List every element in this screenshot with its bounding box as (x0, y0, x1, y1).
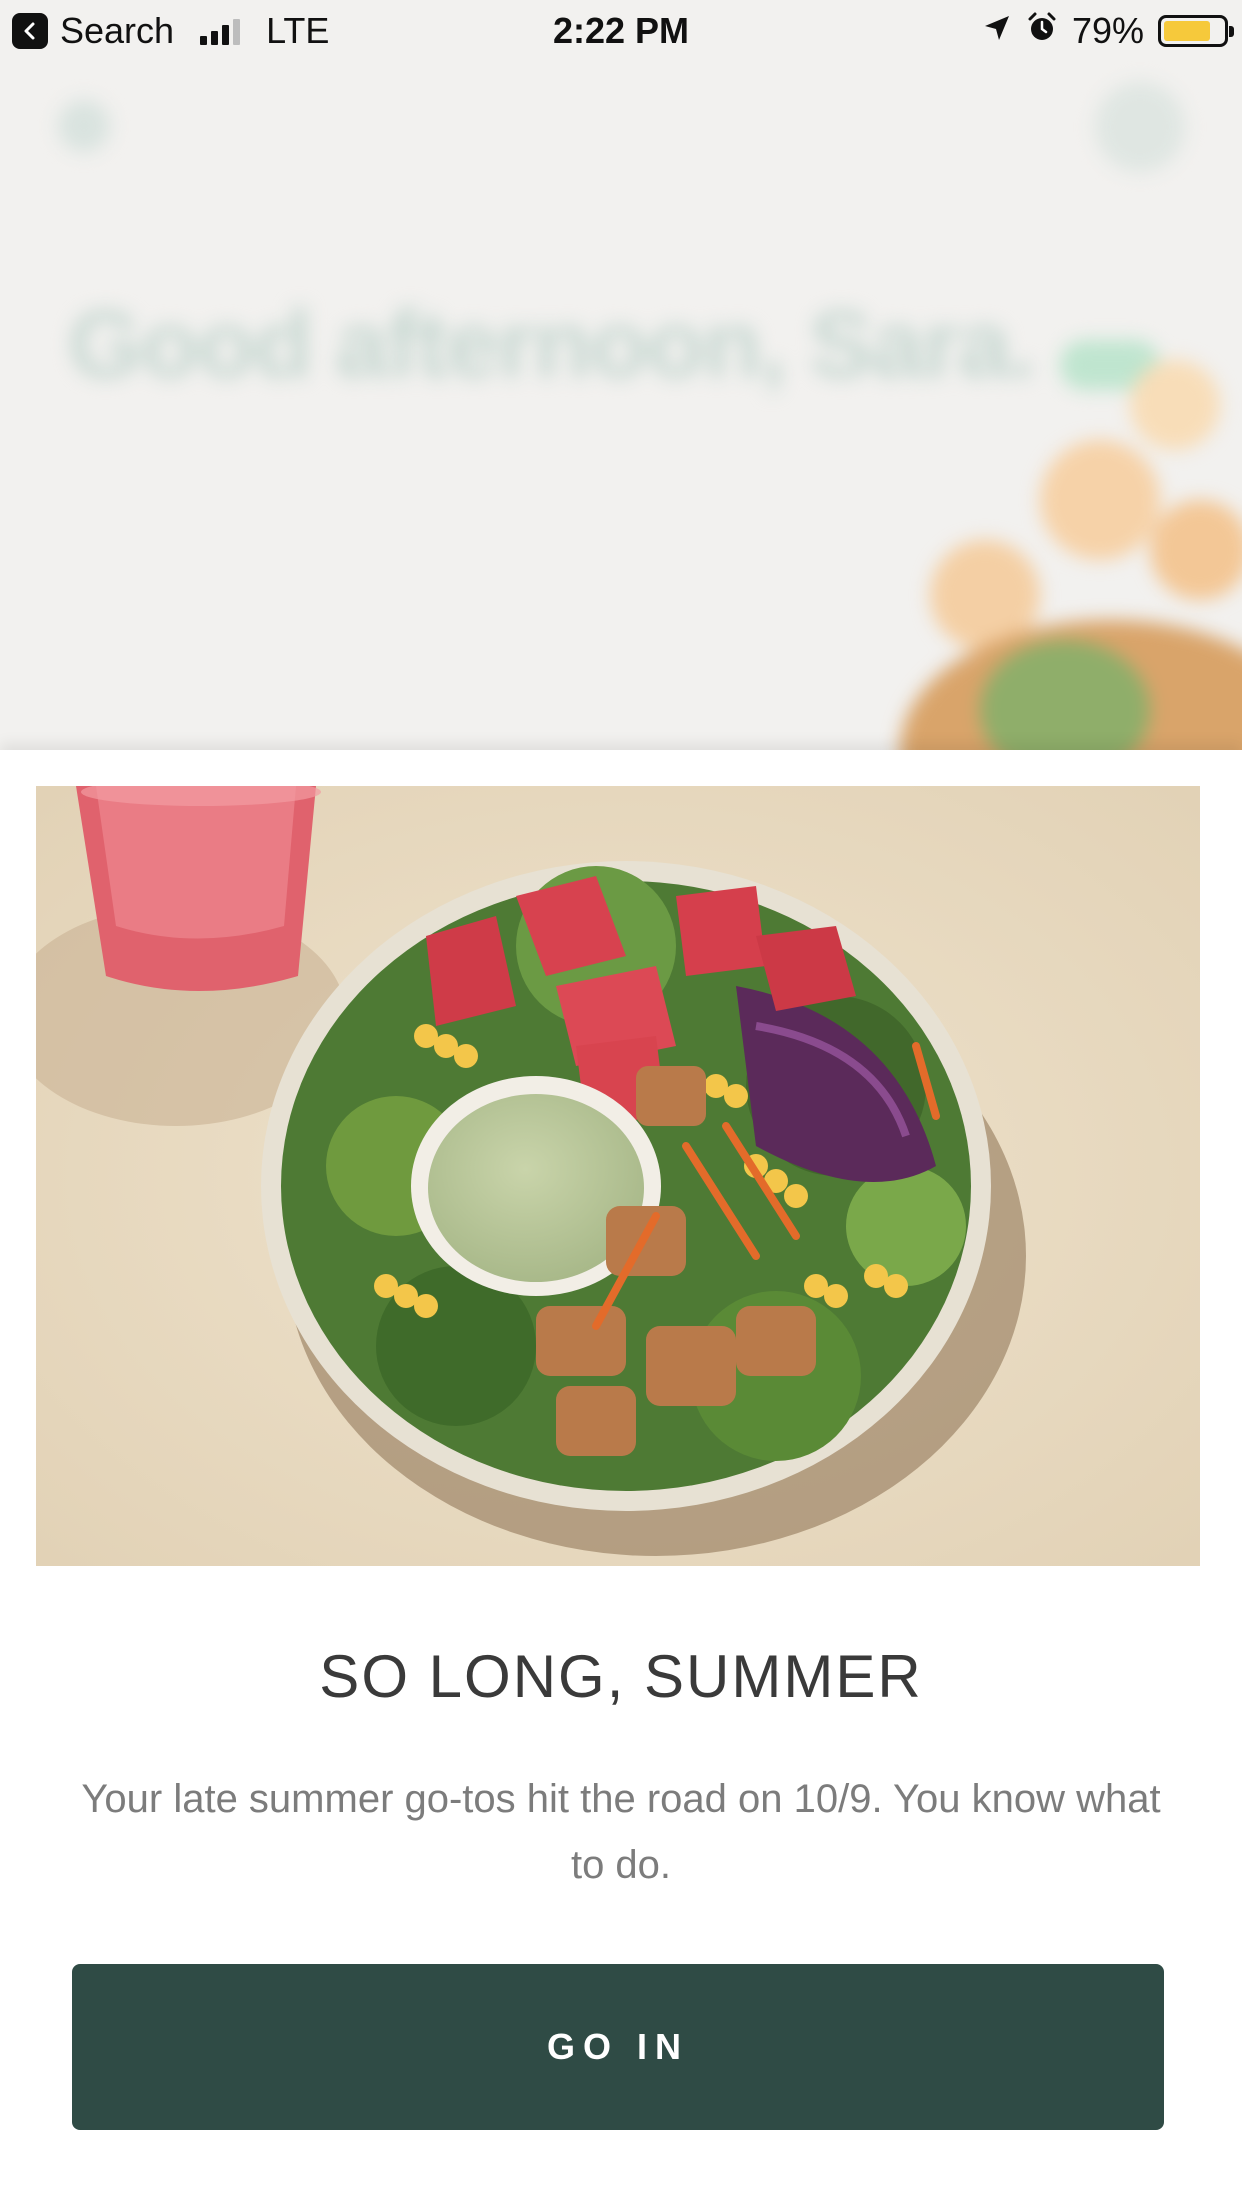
background-avatar (1095, 82, 1185, 172)
battery-percent: 79% (1071, 10, 1144, 51)
hero-image-salad-bowl (36, 786, 1200, 1566)
location-arrow-icon (982, 10, 1012, 52)
modal-body-text: Your late summer go-tos hit the road on … (81, 1777, 1161, 1887)
battery-icon (1158, 15, 1234, 47)
background-food-blob (1130, 360, 1220, 450)
background-greeting: Good afternoon, Sara. (68, 291, 1036, 398)
status-bar: Search LTE 2:22 PM 79% (0, 0, 1242, 62)
background-food-blob (1150, 500, 1242, 600)
background-food-blob (1040, 440, 1160, 560)
alarm-icon (1026, 10, 1058, 52)
promo-modal: SO LONG, SUMMER Your late summer go-tos … (0, 750, 1242, 2208)
status-bar-right: 79% (982, 10, 1234, 52)
background-menu-icon (58, 100, 110, 152)
modal-title: SO LONG, SUMMER (319, 1643, 923, 1710)
background-home-screen: Good afternoon, Sara. (0, 0, 1242, 750)
salad-bowl-illustration (36, 786, 1200, 1566)
go-in-button[interactable]: GO IN (72, 1964, 1164, 2130)
background-blur-layer: Good afternoon, Sara. (0, 0, 1242, 750)
